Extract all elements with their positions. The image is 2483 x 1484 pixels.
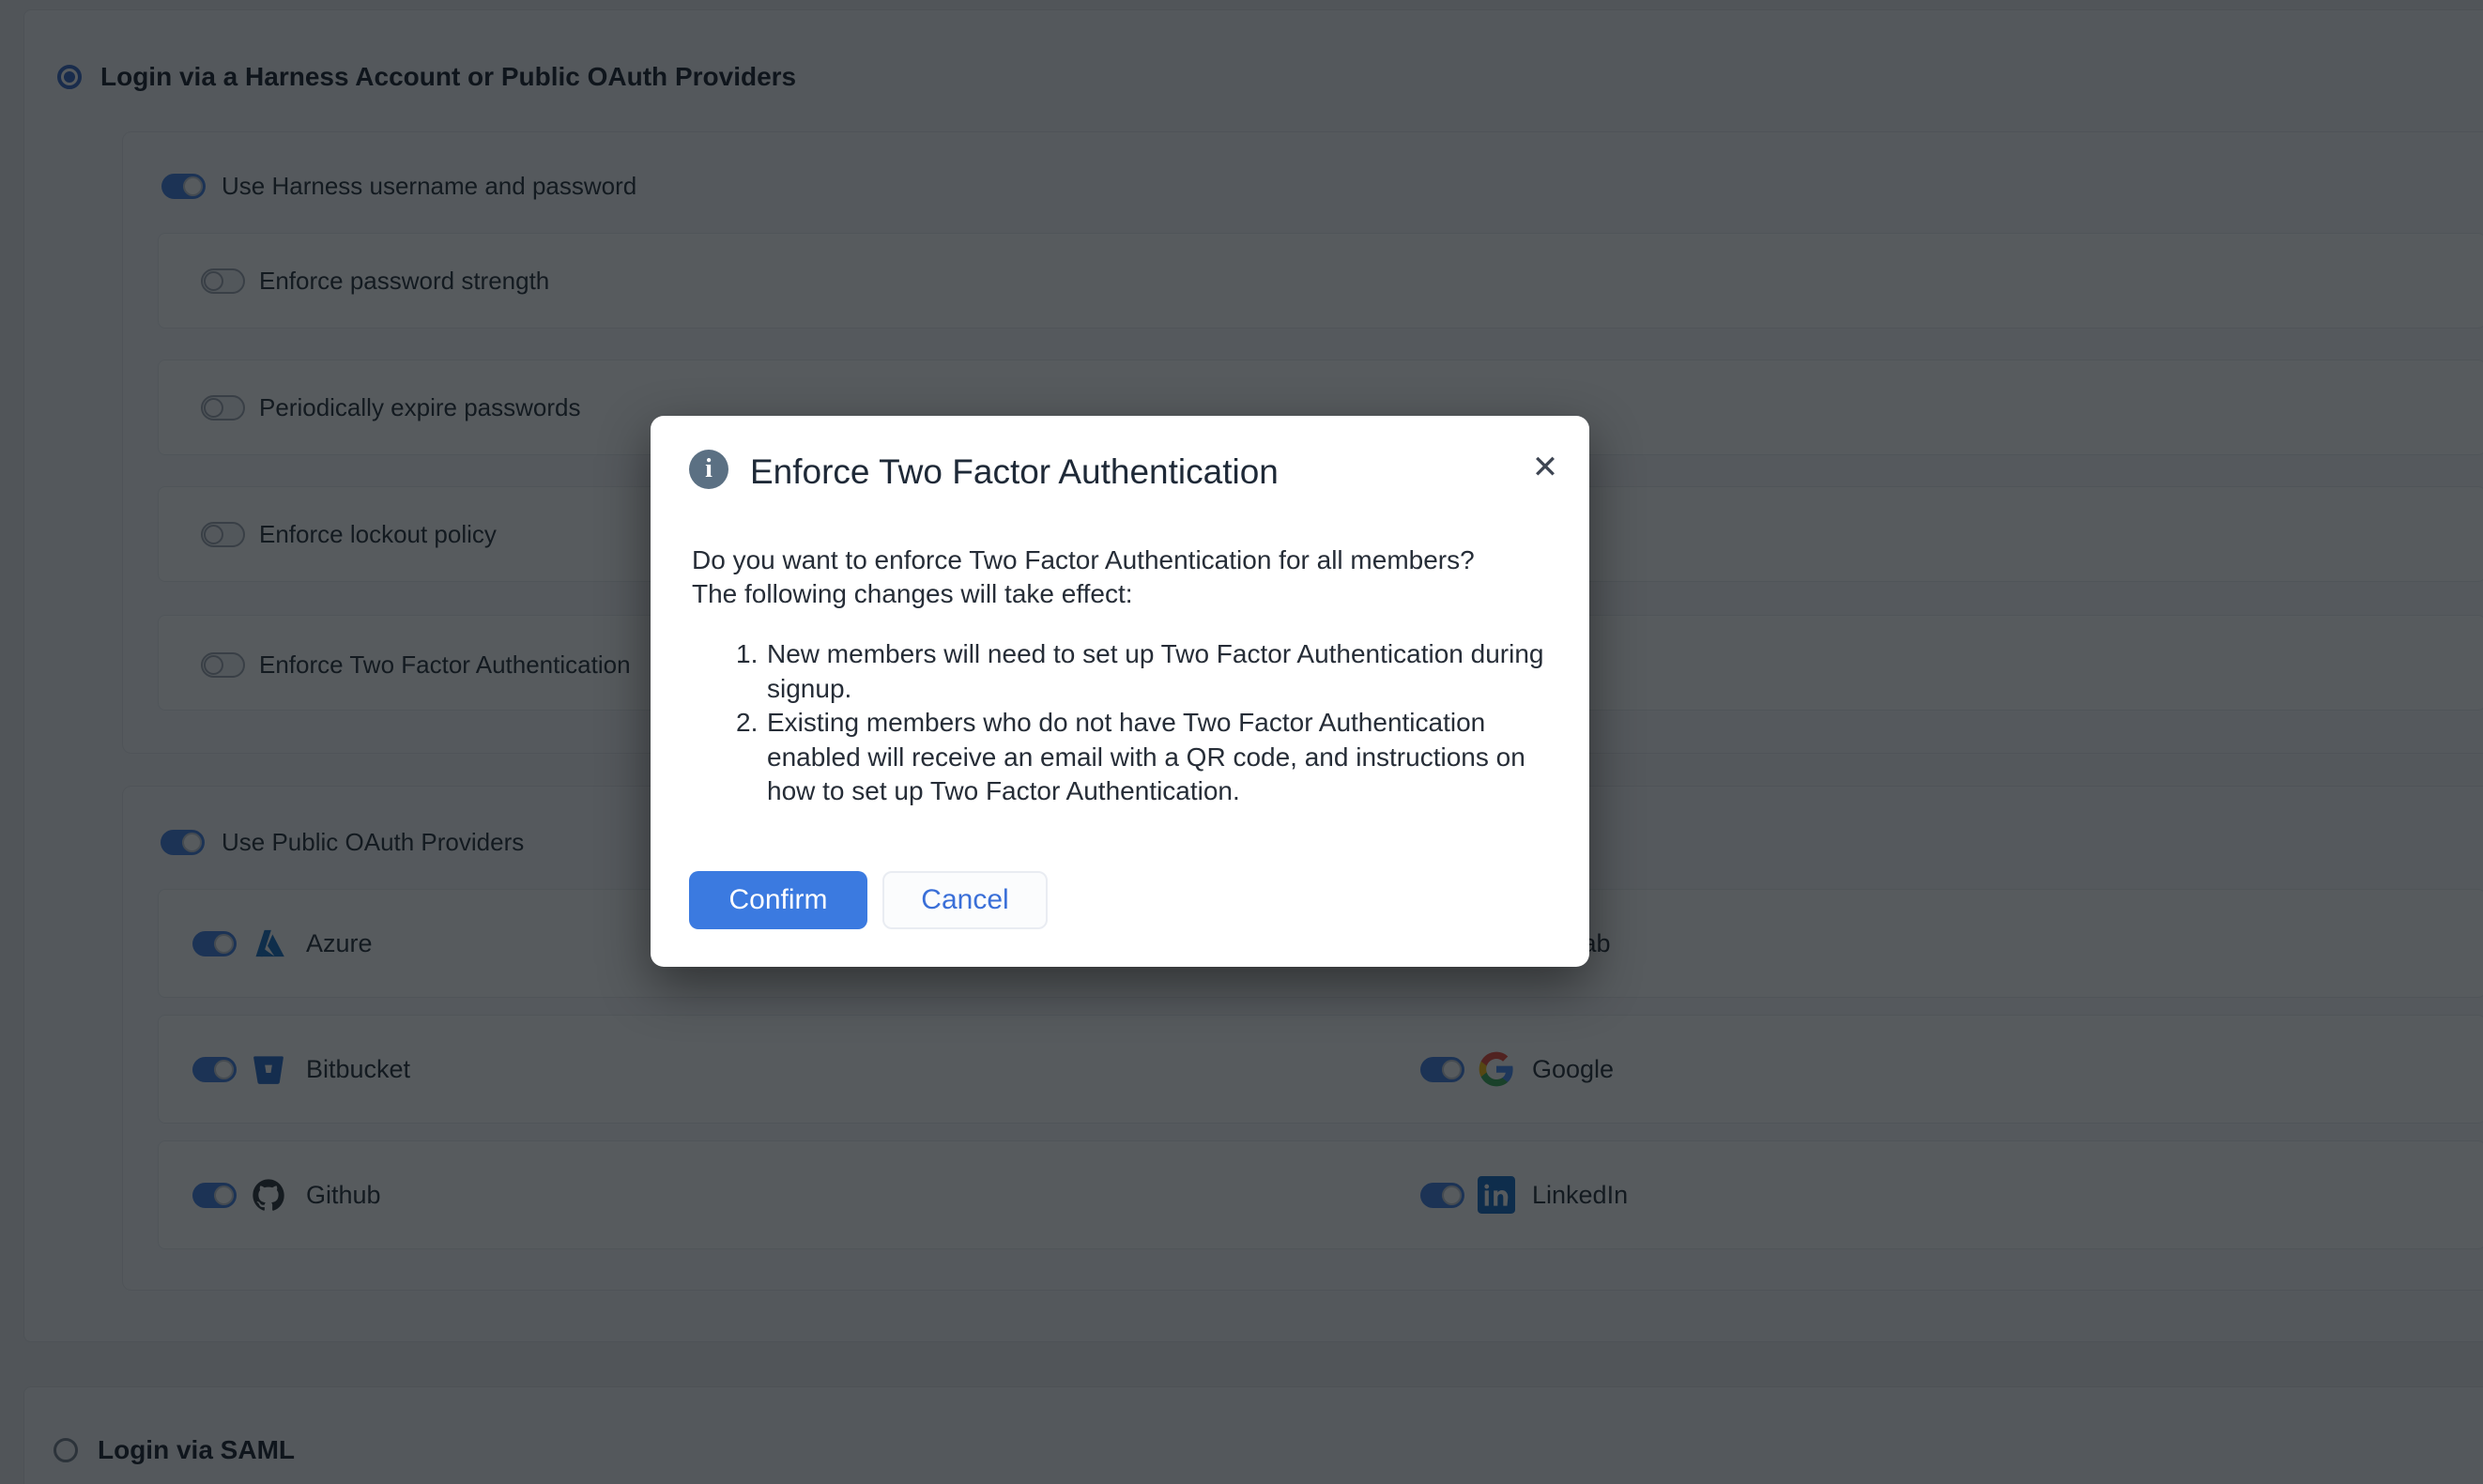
- list-item-number: 1.: [736, 637, 758, 672]
- dialog-effects-list: 1. New members will need to set up Two Fa…: [651, 637, 1552, 809]
- list-item-line: signup.: [651, 672, 1552, 707]
- body-line: Do you want to enforce Two Factor Authen…: [692, 543, 1475, 577]
- authentication-settings-screen: Login via a Harness Account or Public OA…: [0, 0, 2483, 1484]
- list-item: 2. Existing members who do not have Two F…: [651, 706, 1552, 741]
- list-item-line: Existing members who do not have Two Fac…: [767, 708, 1485, 737]
- dialog-body-text: Do you want to enforce Two Factor Authen…: [692, 543, 1475, 611]
- confirm-button[interactable]: Confirm: [689, 871, 867, 929]
- list-item-number: 2.: [736, 706, 758, 741]
- list-item: 1. New members will need to set up Two Fa…: [651, 637, 1552, 672]
- close-icon[interactable]: ✕: [1520, 442, 1571, 493]
- two-factor-confirm-dialog: i Enforce Two Factor Authentication ✕ Do…: [651, 416, 1589, 967]
- list-item-line: how to set up Two Factor Authentication.: [651, 774, 1552, 809]
- dialog-title: Enforce Two Factor Authentication: [750, 451, 1279, 493]
- list-item-line: New members will need to set up Two Fact…: [767, 639, 1543, 668]
- info-icon: i: [689, 450, 728, 489]
- cancel-button[interactable]: Cancel: [882, 871, 1048, 929]
- body-line: The following changes will take effect:: [692, 577, 1475, 611]
- list-item-line: enabled will receive an email with a QR …: [651, 741, 1552, 775]
